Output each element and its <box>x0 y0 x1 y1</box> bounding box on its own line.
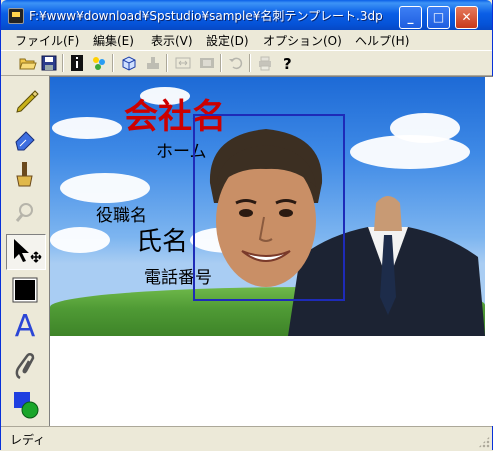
app-icon[interactable] <box>8 8 24 24</box>
title-bar[interactable]: F:¥www¥download¥Spstudio¥sample¥名刺テンプレート… <box>1 0 492 30</box>
help-icon[interactable]: ? <box>278 54 296 72</box>
maximize-button[interactable]: □ <box>427 6 450 29</box>
save-icon[interactable] <box>40 54 58 72</box>
menu-help[interactable]: ヘルプ(H) <box>355 32 409 49</box>
window-title: F:¥www¥download¥Spstudio¥sample¥名刺テンプレート… <box>29 9 383 23</box>
selection-rectangle[interactable] <box>193 114 345 301</box>
toolbar: ? <box>1 50 492 76</box>
open-folder-icon[interactable] <box>19 54 37 72</box>
cloud <box>390 113 460 143</box>
status-text: レディ <box>10 433 46 447</box>
swatch-fill <box>15 280 35 300</box>
person-name-text[interactable]: 氏名 <box>136 221 188 258</box>
status-bar: レディ <box>1 426 492 450</box>
tool-palette: A <box>3 78 47 426</box>
film-icon[interactable] <box>198 54 216 72</box>
canvas[interactable]: 会社名 ホーム 役職名 氏名 電話番号 <box>49 76 493 426</box>
menu-settings[interactable]: 設定(D) <box>206 32 249 49</box>
menu-view[interactable]: 表示(V) <box>151 32 193 49</box>
resize-grip[interactable] <box>478 436 490 448</box>
brush-icon[interactable] <box>6 158 44 192</box>
menu-bar: ファイル(F) 編集(E) 表示(V) 設定(D) オプション(O) ヘルプ(H… <box>1 30 492 49</box>
cloud <box>60 173 150 203</box>
app-window: F:¥www¥download¥Spstudio¥sample¥名刺テンプレート… <box>0 0 493 450</box>
undo-icon[interactable] <box>227 54 245 72</box>
menu-edit[interactable]: 編集(E) <box>93 32 134 49</box>
print-icon[interactable] <box>256 54 274 72</box>
magnify-icon[interactable] <box>6 196 44 230</box>
clip-icon[interactable] <box>6 350 44 384</box>
toolbar-separator <box>249 54 251 72</box>
minimize-button[interactable]: _ <box>399 6 422 29</box>
toolbar-separator <box>112 54 114 72</box>
sparkle-icon[interactable] <box>90 54 108 72</box>
resize-icon[interactable] <box>174 54 192 72</box>
cloud <box>50 227 110 253</box>
business-card[interactable]: 会社名 ホーム 役職名 氏名 電話番号 <box>50 77 485 336</box>
cube-icon[interactable] <box>120 54 138 72</box>
cloud <box>52 117 122 139</box>
text-tool-icon[interactable]: A <box>6 310 44 344</box>
toolbar-separator <box>220 54 222 72</box>
pencil-icon[interactable] <box>6 82 44 116</box>
svg-text:?: ? <box>283 55 292 72</box>
stamp-icon[interactable] <box>144 54 162 72</box>
toolbar-separator <box>166 54 168 72</box>
color-swatch-icon[interactable] <box>6 274 44 308</box>
close-button[interactable]: ✕ <box>455 6 478 29</box>
menu-options[interactable]: オプション(O) <box>263 32 342 49</box>
shapes-icon[interactable] <box>6 388 44 422</box>
eraser-icon[interactable] <box>6 120 44 154</box>
info-icon[interactable] <box>68 54 86 72</box>
toolbar-separator <box>62 54 64 72</box>
move-arrow-icon[interactable] <box>6 234 46 270</box>
menu-file[interactable]: ファイル(F) <box>15 32 79 49</box>
